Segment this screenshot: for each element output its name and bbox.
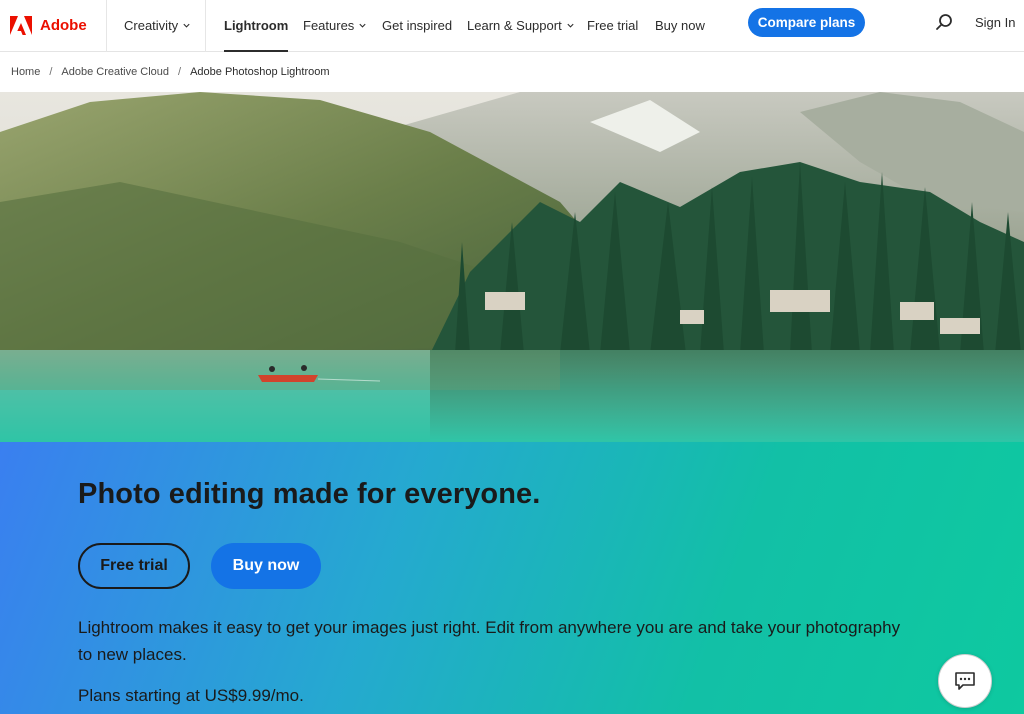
nav-features-menu[interactable]: Features [303,0,367,52]
nav-creativity-menu[interactable]: Creativity [124,0,206,52]
free-trial-button[interactable]: Free trial [78,543,190,589]
nav-lightroom[interactable]: Lightroom [224,0,289,52]
nav-learn-support-label: Learn & Support [467,18,562,33]
adobe-wordmark: Adobe [40,17,87,34]
nav-lightroom-label: Lightroom [224,18,289,33]
chat-button[interactable] [938,654,992,708]
sign-in-link[interactable]: Sign In [975,15,1015,30]
breadcrumb-current-page: Adobe Photoshop Lightroom [190,66,330,78]
search-icon[interactable] [935,13,953,31]
nav-creativity-label: Creativity [124,18,179,33]
nav-learn-support-menu[interactable]: Learn & Support [467,0,575,52]
adobe-logo-icon [10,15,32,35]
nav-features-label: Features [303,18,355,33]
global-nav: Adobe Creativity Lightroom Features Get … [0,0,1024,52]
lake-landscape-illustration [0,92,1024,442]
nav-divider [205,0,206,52]
breadcrumb-separator: / [178,66,182,78]
compare-plans-button[interactable]: Compare plans [748,8,865,37]
buy-now-button[interactable]: Buy now [211,543,321,589]
page-headline: Photo editing made for everyone. [78,478,541,510]
breadcrumb-creative-cloud[interactable]: Adobe Creative Cloud [61,66,169,78]
nav-get-inspired[interactable]: Get inspired [382,0,452,52]
chat-icon [955,672,975,690]
chevron-down-icon [183,23,190,28]
nav-buy-now[interactable]: Buy now [655,0,705,52]
chevron-down-icon [359,23,366,28]
chevron-down-icon [567,23,574,28]
nav-free-trial-label: Free trial [587,18,639,33]
hero-image [0,92,1024,442]
nav-get-inspired-label: Get inspired [382,18,453,33]
nav-free-trial[interactable]: Free trial [587,0,638,52]
adobe-logo-link[interactable]: Adobe [0,0,107,52]
nav-buy-now-label: Buy now [655,18,705,33]
product-description: Lightroom makes it easy to get your imag… [78,618,901,664]
pricing-text: Plans starting at US$9.99/mo. [78,686,304,705]
breadcrumb-separator: / [49,66,53,78]
breadcrumb: Home / Adobe Creative Cloud / Adobe Phot… [0,52,1024,92]
breadcrumb-home[interactable]: Home [11,66,40,78]
hero-promo-section: Photo editing made for everyone. Free tr… [0,442,1024,714]
